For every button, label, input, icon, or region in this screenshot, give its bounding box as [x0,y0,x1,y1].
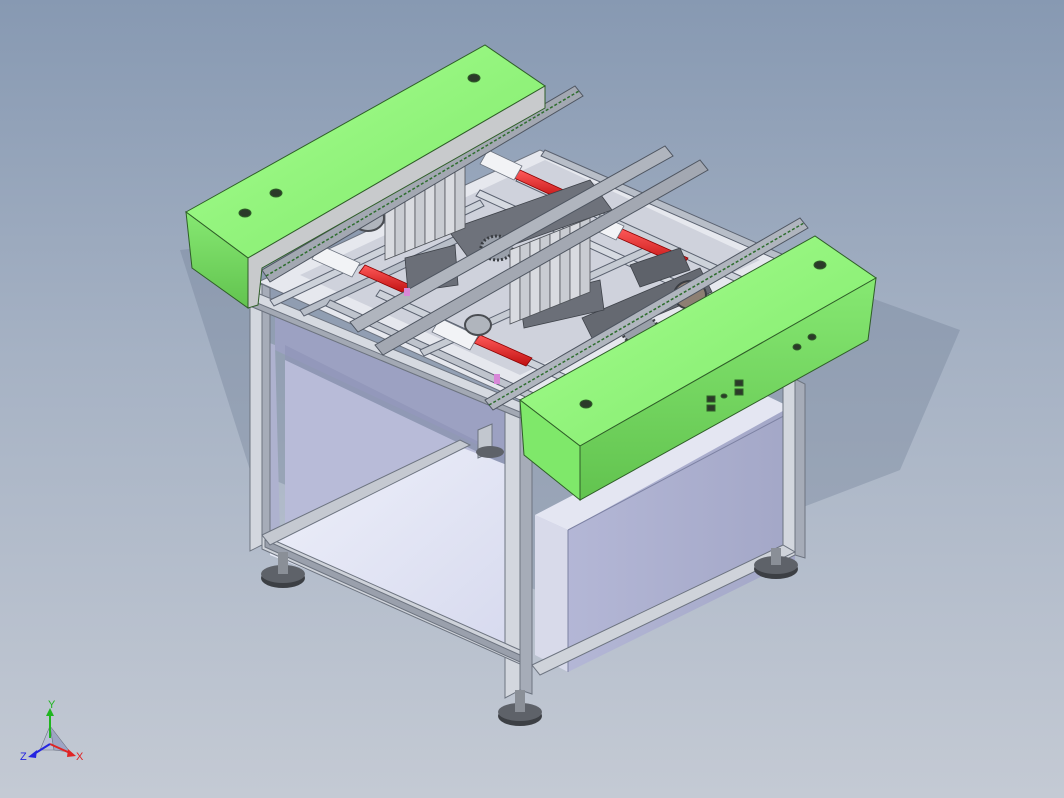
z-axis-arrowhead-icon [28,750,37,758]
orientation-triad[interactable]: Y X Z [18,700,88,770]
x-axis-arrowhead-icon [67,749,76,757]
machine-assembly-model[interactable] [0,0,1064,798]
cad-viewport[interactable]: Y X Z [0,0,1064,798]
triad-z-label: Z [20,751,27,763]
triad-x-label: X [76,751,84,763]
triad-y-label: Y [48,700,56,711]
